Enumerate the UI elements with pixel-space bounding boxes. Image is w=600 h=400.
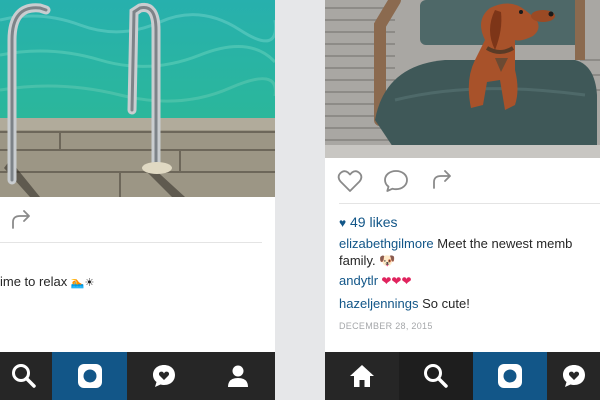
tab-search[interactable]	[0, 352, 48, 400]
left-tab-bar	[0, 352, 275, 400]
activity-heart-bubble-icon	[562, 365, 585, 387]
profile-icon	[228, 365, 248, 387]
right-phone-screen: ♥ 49 likes elizabethgilmore Meet the new…	[325, 0, 600, 400]
likes-label: 49 likes	[350, 214, 398, 230]
comment-text: Meet the newest memb	[433, 236, 573, 251]
left-action-bar	[0, 200, 275, 240]
home-icon	[350, 365, 374, 387]
right-tab-bar	[325, 352, 600, 400]
tab-activity[interactable]	[127, 352, 201, 400]
comment-text-continued: family. 🐶	[339, 253, 396, 268]
comment-username[interactable]: andytlr	[339, 273, 378, 288]
tab-camera[interactable]	[52, 352, 127, 400]
right-divider	[339, 203, 600, 204]
tab-camera[interactable]	[473, 352, 547, 400]
comment-username[interactable]: elizabethgilmore	[339, 236, 434, 251]
tab-activity[interactable]	[547, 352, 600, 400]
search-icon	[12, 364, 36, 388]
tab-search[interactable]	[399, 352, 473, 400]
pool-ladder-photo[interactable]	[0, 0, 275, 197]
right-action-bar	[325, 160, 600, 200]
comment-hearts: ❤❤❤	[378, 274, 412, 288]
swimmer-sun-emoji: 🏊☀	[70, 277, 95, 289]
like-heart-icon[interactable]	[337, 169, 363, 193]
left-phone-screen: ime to relax 🏊☀	[0, 0, 275, 400]
comment-username[interactable]: hazeljennings	[339, 296, 419, 311]
dachshund-photo[interactable]	[325, 0, 600, 158]
caption-text: ime to relax	[0, 274, 68, 289]
left-divider	[0, 242, 262, 243]
comment-line-2: andytlr ❤❤❤	[339, 273, 412, 288]
camera-icon	[498, 364, 522, 388]
comment-text: So cute!	[418, 296, 470, 311]
share-icon[interactable]	[10, 210, 34, 230]
left-caption: ime to relax 🏊☀	[0, 274, 94, 289]
comment-icon[interactable]	[383, 169, 409, 193]
post-date: DECEMBER 28, 2015	[339, 321, 433, 331]
comment-line-3: hazeljennings So cute!	[339, 296, 470, 311]
activity-heart-bubble-icon	[153, 365, 175, 387]
comment-line-1-continued: family. 🐶	[339, 253, 395, 269]
likes-heart-icon: ♥	[339, 216, 347, 230]
likes-count[interactable]: ♥ 49 likes	[339, 214, 397, 230]
comment-line-1: elizabethgilmore Meet the newest memb	[339, 236, 572, 251]
tab-home[interactable]	[325, 352, 399, 400]
camera-icon	[77, 364, 102, 388]
tab-profile[interactable]	[201, 352, 275, 400]
search-icon	[424, 364, 448, 388]
share-icon[interactable]	[431, 170, 455, 190]
